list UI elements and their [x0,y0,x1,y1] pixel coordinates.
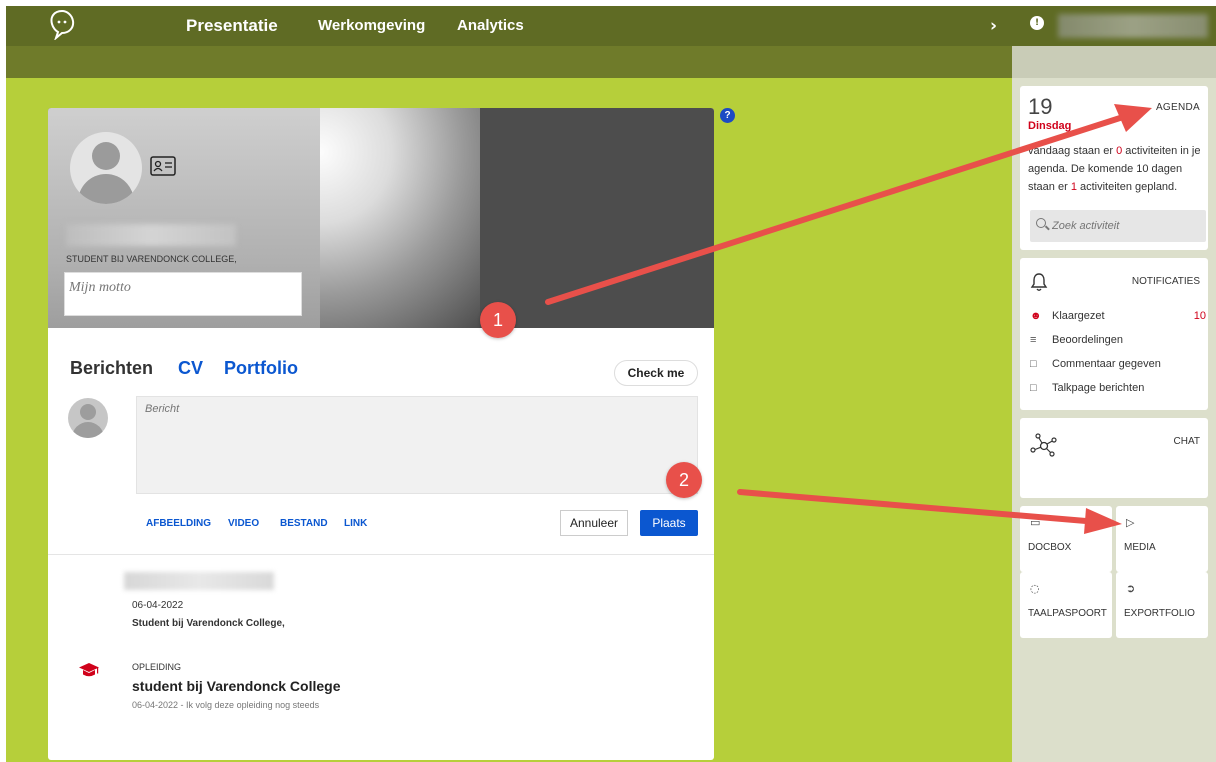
play-icon: ▷ [1126,516,1135,529]
id-card-icon[interactable] [150,156,176,176]
notification-commentaar[interactable]: □ Commentaar gegeven [1030,358,1206,378]
post-button[interactable]: Plaats [640,510,698,536]
exportfolio-tile[interactable]: ➲ EXPORTFOLIO [1116,572,1208,638]
chat-title[interactable]: CHAT [1174,436,1200,447]
post-subtitle: Student bij Varendonck College, [132,618,285,629]
user-account-icon[interactable]: ! [1030,16,1044,30]
circle-dashed-icon: ◌ [1030,582,1040,595]
chat-widget[interactable]: CHAT [1020,418,1208,498]
comment-icon: □ [1030,358,1037,370]
export-icon: ➲ [1126,582,1136,595]
annotation-marker-2: 2 [666,462,702,498]
docbox-tile[interactable]: ▭ DOCBOX [1020,506,1112,572]
redacted-post-author [124,572,274,590]
sub-navigation-bar [6,46,1012,78]
agenda-search-input[interactable] [1052,210,1202,242]
education-type: OPLEIDING [132,662,182,672]
cancel-button[interactable]: Annuleer [560,510,628,536]
notification-beoordelingen[interactable]: ≡ Beoordelingen [1030,334,1206,354]
avatar[interactable] [70,132,142,204]
check-me-button[interactable]: Check me [614,360,698,386]
notification-klaargezet[interactable]: ☻ Klaargezet 10 [1030,310,1206,330]
cover-photo: STUDENT BIJ VARENDONCK COLLEGE, [48,108,714,328]
media-tile[interactable]: ▷ MEDIA [1116,506,1208,572]
attach-video-link[interactable]: VIDEO [228,518,259,529]
speech-bubble-logo-icon[interactable] [46,8,78,40]
notification-talkpage[interactable]: □ Talkpage berichten [1030,382,1206,402]
nav-werkomgeving[interactable]: Werkomgeving [318,6,425,46]
attach-image-link[interactable]: AFBEELDING [146,518,211,529]
top-navigation-bar: Presentatie Werkomgeving Analytics › [6,6,1012,46]
tab-cv[interactable]: CV [178,358,203,379]
message-input[interactable] [136,396,698,494]
agenda-weekday: Dinsdag [1028,120,1072,132]
taalpaspoort-tile[interactable]: ◌ TAALPASPOORT [1020,572,1112,638]
redacted-username [1058,14,1208,38]
agenda-summary: vandaag staan er 0 activiteiten in je ag… [1028,145,1201,193]
agenda-widget[interactable]: 19 Dinsdag AGENDA vandaag staan er 0 act… [1020,86,1208,250]
graduation-cap-icon [79,663,99,677]
composer-avatar [68,398,108,438]
notifications-widget: NOTIFICATIES ☻ Klaargezet 10 ≡ Beoordeli… [1020,258,1208,410]
nav-analytics[interactable]: Analytics [457,6,524,46]
nav-presentatie[interactable]: Presentatie [186,6,278,46]
student-line: STUDENT BIJ VARENDONCK COLLEGE, [66,254,237,264]
profile-card: STUDENT BIJ VARENDONCK COLLEGE, Berichte… [48,108,714,760]
right-sidebar: ! 19 Dinsdag AGENDA vandaag staan er 0 a… [1012,6,1216,762]
message-icon: □ [1030,382,1037,394]
user-check-icon: ☻ [1030,310,1042,322]
bell-icon[interactable] [1030,272,1048,292]
divider [48,554,714,555]
search-icon [1036,218,1046,228]
education-title: student bij Varendonck College [132,678,341,694]
tab-portfolio[interactable]: Portfolio [224,358,298,379]
attach-link-link[interactable]: LINK [344,518,367,529]
help-icon[interactable]: ? [720,108,735,123]
attach-file-link[interactable]: BESTAND [280,518,328,529]
motto-field[interactable] [64,272,302,316]
sliders-icon: ≡ [1030,334,1037,346]
motto-input[interactable] [65,273,301,303]
post-date: 06-04-2022 [132,600,184,611]
box-icon: ▭ [1030,516,1041,529]
notification-count: 10 [1193,310,1206,322]
agenda-search[interactable] [1030,210,1206,242]
app-frame: Presentatie Werkomgeving Analytics › STU… [6,6,1216,762]
agenda-title[interactable]: AGENDA [1156,102,1200,113]
notifications-title[interactable]: NOTIFICATIES [1132,276,1200,287]
tab-berichten[interactable]: Berichten [70,358,153,379]
network-icon [1030,433,1057,457]
redacted-name [66,224,236,246]
agenda-day: 19 [1028,94,1053,119]
annotation-marker-1: 1 [480,302,516,338]
education-meta: 06-04-2022 - Ik volg deze opleiding nog … [132,700,320,710]
chevron-right-icon[interactable]: › [990,16,997,36]
